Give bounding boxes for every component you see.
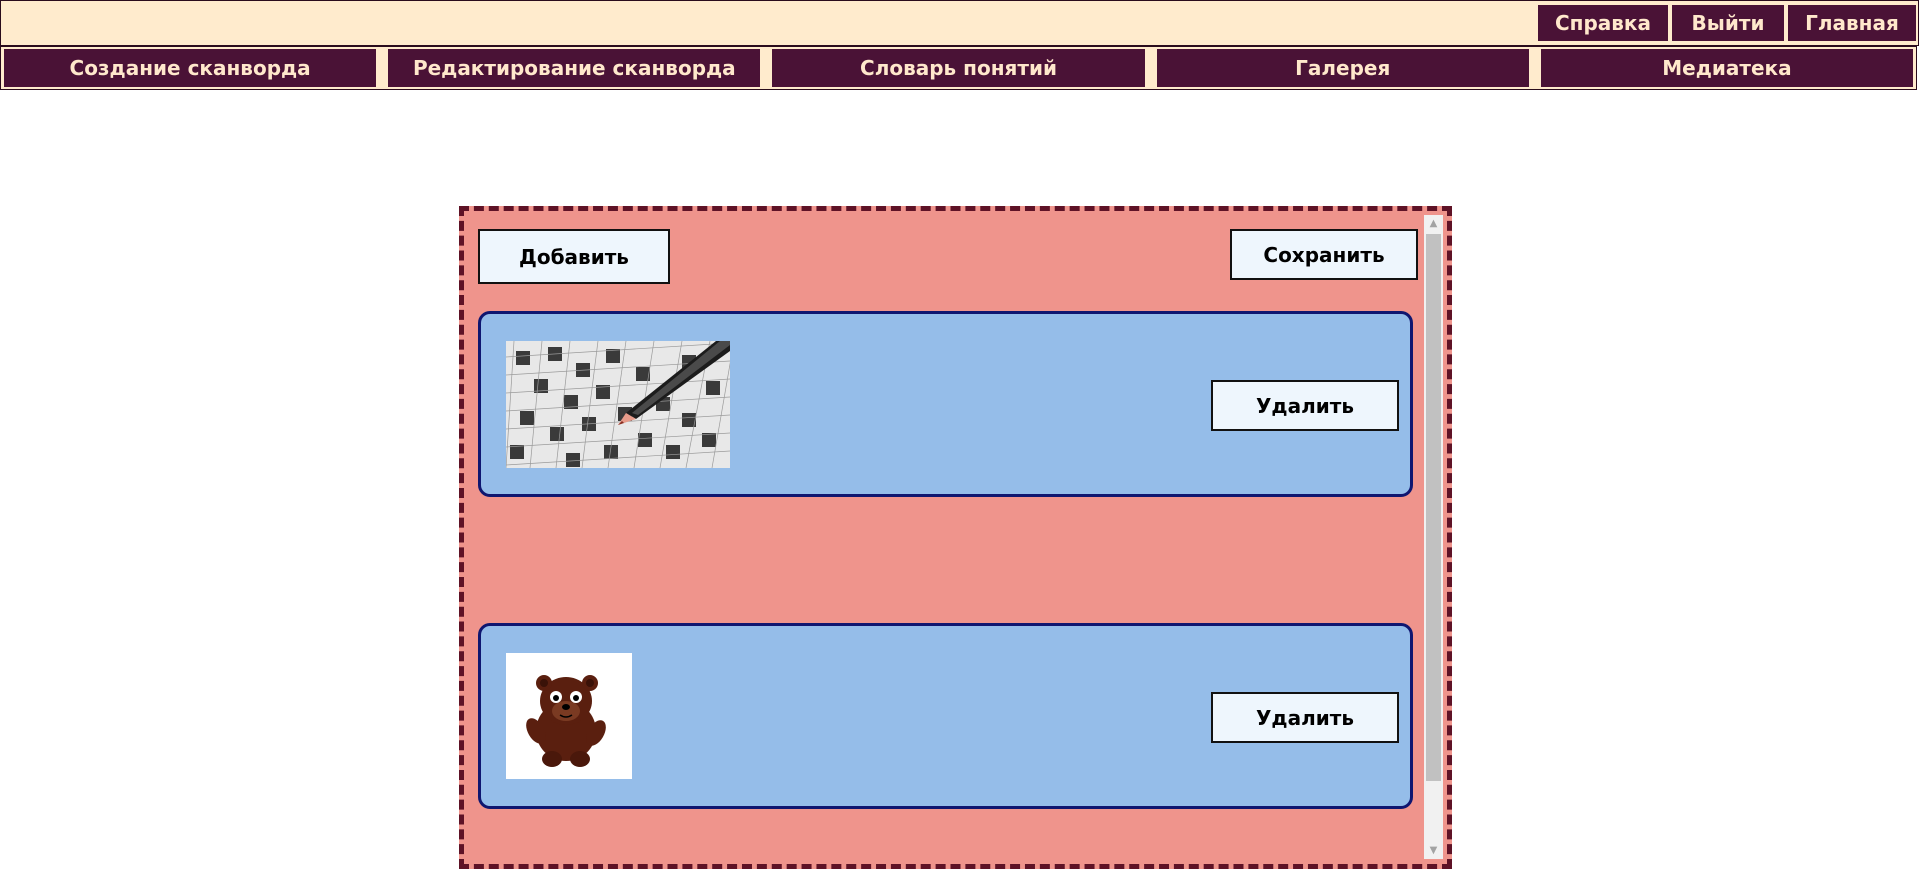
home-link[interactable]: Главная	[1788, 5, 1916, 41]
scroll-up-arrow-icon[interactable]: ▲	[1424, 215, 1443, 232]
crossword-pencil-image	[506, 341, 730, 468]
nav-item-create-scanword[interactable]: Создание сканворда	[4, 49, 377, 87]
scroll-thumb[interactable]	[1426, 234, 1441, 781]
delete-button[interactable]: Удалить	[1211, 380, 1399, 431]
delete-button[interactable]: Удалить	[1211, 692, 1399, 743]
main-nav: Создание сканворда Редактирование сканво…	[0, 46, 1917, 90]
nav-item-gallery[interactable]: Галерея	[1156, 49, 1529, 87]
scroll-down-arrow-icon[interactable]: ▼	[1424, 842, 1443, 859]
crossword-pencil-icon	[506, 341, 730, 468]
nav-item-media-library[interactable]: Медиатека	[1540, 49, 1914, 87]
bear-cartoon-image	[506, 653, 632, 779]
top-links: Справка Выйти Главная	[1538, 5, 1916, 41]
logout-link[interactable]: Выйти	[1672, 5, 1784, 41]
save-button[interactable]: Сохранить	[1230, 229, 1418, 280]
nav-item-dictionary[interactable]: Словарь понятий	[772, 49, 1145, 87]
top-bar: Справка Выйти Главная	[0, 0, 1919, 46]
media-library-panel: Добавить Сохранить Удалить Удалить ▲ ▼	[459, 206, 1452, 869]
vertical-scrollbar[interactable]: ▲ ▼	[1424, 215, 1443, 859]
media-item: Удалить	[478, 311, 1413, 497]
media-item: Удалить	[478, 623, 1413, 809]
bear-icon	[506, 653, 632, 779]
nav-item-edit-scanword[interactable]: Редактирование сканворда	[388, 49, 761, 87]
help-link[interactable]: Справка	[1538, 5, 1668, 41]
add-button[interactable]: Добавить	[478, 229, 670, 284]
